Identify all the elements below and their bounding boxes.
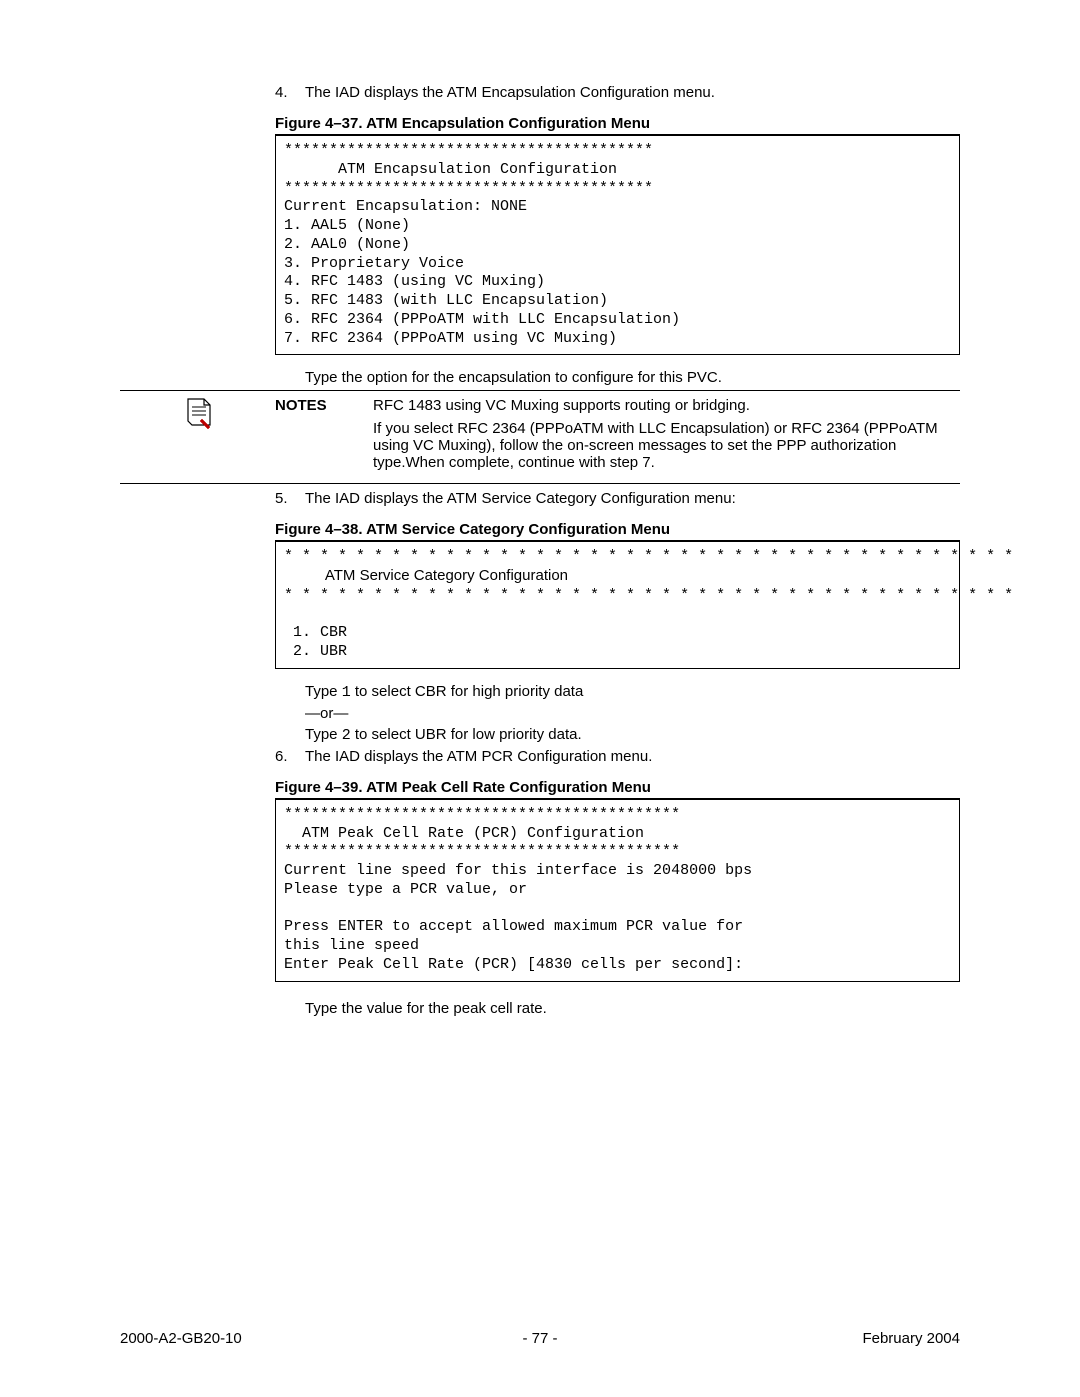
note-icon bbox=[184, 397, 212, 429]
fig38-title: ATM Service Category Configuration bbox=[325, 567, 568, 584]
page-footer: 2000-A2-GB20-10 - 77 - February 2004 bbox=[120, 1330, 960, 1347]
after-fig37-text: Type the option for the encapsulation to… bbox=[305, 369, 960, 386]
figure-38-code: * * * * * * * * * * * * * * * * * * * * … bbox=[275, 541, 960, 669]
step-6: 6. The IAD displays the ATM PCR Configur… bbox=[275, 748, 960, 765]
after-fig38-line1: Type 1 to select CBR for high priority d… bbox=[305, 683, 960, 701]
after-fig39-text: Type the value for the peak cell rate. bbox=[305, 1000, 960, 1017]
page: 4. The IAD displays the ATM Encapsulatio… bbox=[0, 0, 1080, 1397]
step-text: The IAD displays the ATM Encapsulation C… bbox=[305, 84, 960, 101]
notes-label: NOTES bbox=[275, 395, 373, 414]
fig38-option-2: 2. UBR bbox=[284, 643, 347, 660]
fig38-option-1: 1. CBR bbox=[284, 624, 347, 641]
step-number: 6. bbox=[275, 748, 305, 765]
fig38-stars-top: * * * * * * * * * * * * * * * * * * * * … bbox=[284, 548, 1013, 565]
footer-right: February 2004 bbox=[862, 1330, 960, 1347]
code-literal-2: 2 bbox=[342, 727, 351, 744]
notes-paragraph-1: RFC 1483 using VC Muxing supports routin… bbox=[373, 397, 960, 414]
notes-paragraph-2: If you select RFC 2364 (PPPoATM with LLC… bbox=[373, 420, 960, 471]
figure-37-code: ****************************************… bbox=[275, 135, 960, 355]
step-text: The IAD displays the ATM Service Categor… bbox=[305, 490, 960, 507]
figure-39-caption: Figure 4–39. ATM Peak Cell Rate Configur… bbox=[275, 779, 960, 796]
step-number: 4. bbox=[275, 84, 305, 101]
step-text: The IAD displays the ATM PCR Configurati… bbox=[305, 748, 960, 765]
figure-39-code: ****************************************… bbox=[275, 799, 960, 982]
step-5: 5. The IAD displays the ATM Service Cate… bbox=[275, 490, 960, 507]
after-fig38-or: —or— bbox=[305, 705, 960, 722]
main-content: 4. The IAD displays the ATM Encapsulatio… bbox=[275, 84, 960, 1017]
figure-38-caption: Figure 4–38. ATM Service Category Config… bbox=[275, 521, 960, 538]
notes-block: NOTES RFC 1483 using VC Muxing supports … bbox=[120, 390, 960, 484]
after-fig38-line2: Type 2 to select UBR for low priority da… bbox=[305, 726, 960, 744]
code-literal-1: 1 bbox=[342, 684, 351, 701]
notes-icon-column bbox=[120, 395, 275, 429]
footer-center: - 77 - bbox=[522, 1330, 557, 1347]
footer-left: 2000-A2-GB20-10 bbox=[120, 1330, 242, 1347]
figure-37-caption: Figure 4–37. ATM Encapsulation Configura… bbox=[275, 115, 960, 132]
step-number: 5. bbox=[275, 490, 305, 507]
step-4: 4. The IAD displays the ATM Encapsulatio… bbox=[275, 84, 960, 101]
notes-body: RFC 1483 using VC Muxing supports routin… bbox=[373, 395, 960, 477]
fig38-stars-bottom: * * * * * * * * * * * * * * * * * * * * … bbox=[284, 587, 1013, 604]
